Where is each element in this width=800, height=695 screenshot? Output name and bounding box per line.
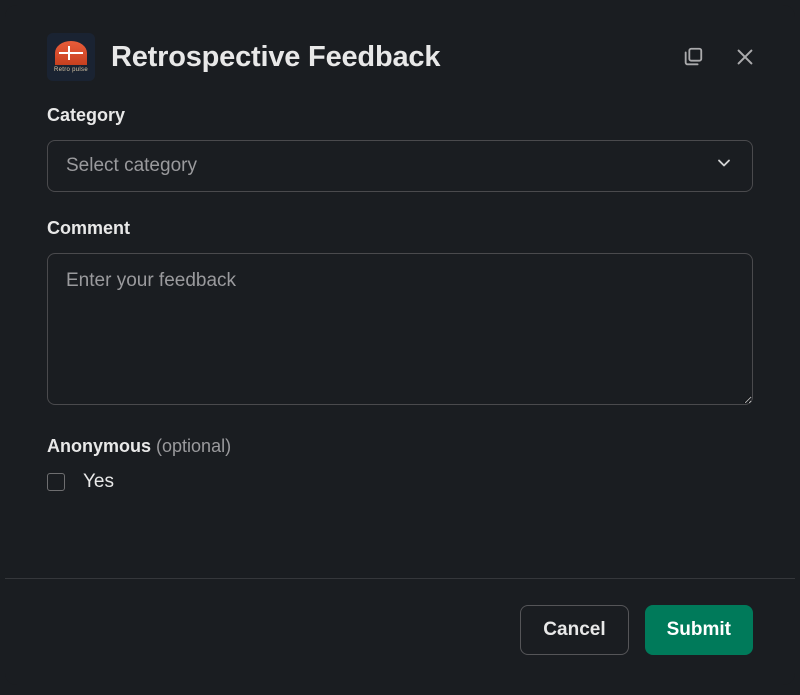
cancel-button[interactable]: Cancel bbox=[520, 605, 628, 655]
category-select[interactable]: Select category bbox=[47, 140, 753, 192]
modal-footer: Cancel Submit bbox=[5, 578, 795, 685]
modal-title: Retrospective Feedback bbox=[111, 41, 663, 74]
close-icon[interactable] bbox=[731, 43, 759, 71]
feedback-modal: Retro pulse Retrospective Feedback Categ… bbox=[5, 5, 795, 685]
modal-header: Retro pulse Retrospective Feedback bbox=[5, 5, 795, 105]
anonymous-option-label: Yes bbox=[83, 471, 114, 493]
category-label: Category bbox=[47, 105, 753, 126]
anonymous-checkbox-wrapper[interactable]: Yes bbox=[47, 471, 753, 493]
app-icon-label: Retro pulse bbox=[54, 67, 88, 73]
header-actions bbox=[679, 43, 759, 71]
chevron-down-icon bbox=[714, 153, 734, 179]
open-new-window-icon[interactable] bbox=[679, 43, 707, 71]
submit-button[interactable]: Submit bbox=[645, 605, 753, 655]
anonymous-label: Anonymous (optional) bbox=[47, 436, 753, 457]
anonymous-checkbox[interactable] bbox=[47, 473, 65, 491]
comment-label: Comment bbox=[47, 218, 753, 239]
comment-group: Comment bbox=[47, 218, 753, 410]
category-placeholder: Select category bbox=[66, 155, 197, 177]
category-group: Category Select category bbox=[47, 105, 753, 192]
app-icon: Retro pulse bbox=[47, 33, 95, 81]
comment-textarea[interactable] bbox=[47, 253, 753, 405]
anonymous-group: Anonymous (optional) Yes bbox=[47, 436, 753, 493]
modal-body: Category Select category Comment Anonymo… bbox=[5, 105, 795, 578]
